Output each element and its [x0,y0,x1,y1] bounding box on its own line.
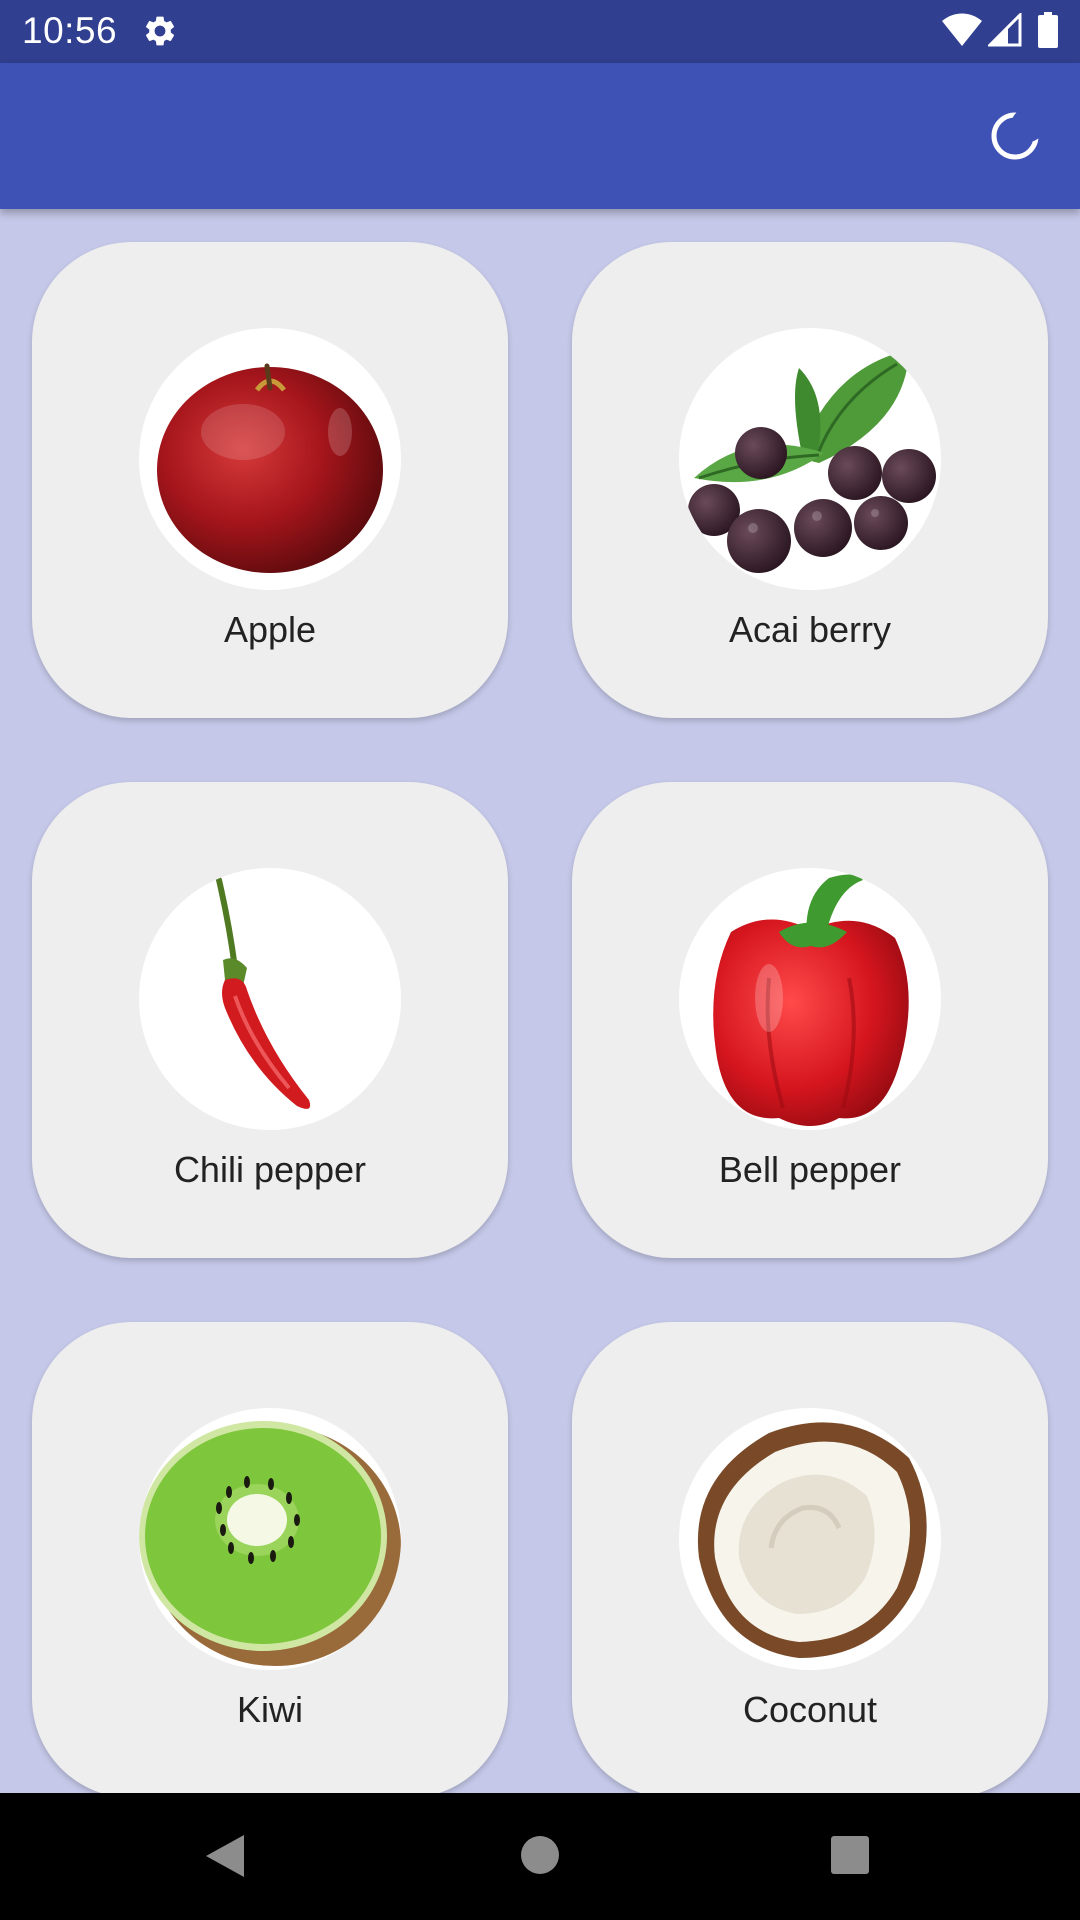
acai-berry-image [679,328,941,590]
back-icon[interactable] [204,1833,246,1879]
apple-image [139,328,401,590]
recents-icon[interactable] [830,1835,870,1875]
item-label: Coconut [742,1689,878,1730]
item-grid: Apple Acai berry Chili pepper Bell peppe… [0,209,1080,1793]
status-time: 10:56 [22,10,118,51]
item-label: Bell pepper [718,1149,902,1190]
chili-pepper-image [139,868,401,1130]
item-label: Apple [223,609,317,650]
navigation-bar [0,1793,1080,1920]
item-card-chili-pepper[interactable]: Chili pepper [32,782,508,1258]
home-icon[interactable] [520,1835,560,1875]
bell-pepper-image [679,868,941,1130]
status-bar: 10:56 [0,0,1080,63]
gear-icon [145,16,175,46]
item-label: Acai berry [728,609,892,650]
item-card-coconut[interactable]: Coconut [572,1322,1048,1793]
cell-signal-icon [988,13,1022,47]
item-label: Kiwi [236,1689,303,1730]
moon-icon[interactable] [986,107,1044,165]
item-card-apple[interactable]: Apple [32,242,508,718]
app-bar [0,63,1080,209]
item-label: Chili pepper [173,1149,367,1190]
wifi-icon [942,13,982,46]
battery-icon [1038,12,1058,48]
coconut-image [679,1408,941,1670]
kiwi-image [139,1408,401,1670]
item-card-kiwi[interactable]: Kiwi [32,1322,508,1793]
item-card-acai-berry[interactable]: Acai berry [572,242,1048,718]
item-card-bell-pepper[interactable]: Bell pepper [572,782,1048,1258]
